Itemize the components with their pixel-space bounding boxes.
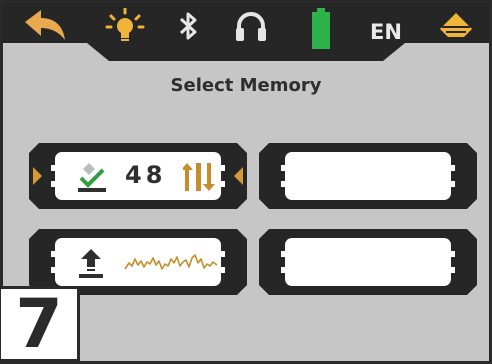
top-bar: EN [3, 3, 489, 61]
headphones-icon[interactable] [229, 9, 273, 43]
light-bulb-icon[interactable] [103, 7, 147, 45]
step-number-badge: 7 [0, 285, 80, 364]
battery-icon [303, 7, 339, 51]
signal-waveform [124, 254, 218, 270]
bluetooth-icon[interactable] [169, 9, 209, 43]
memory-slot-1[interactable]: 48 [29, 143, 247, 209]
page-title: Select Memory [170, 75, 322, 96]
memory-slot-2[interactable] [259, 143, 477, 209]
slot-count: 48 [125, 161, 167, 189]
memory-slot-4[interactable] [259, 229, 477, 295]
download-check-icon [78, 163, 106, 192]
language-label[interactable]: EN [361, 17, 411, 47]
slot-frame [259, 229, 477, 295]
back-arrow-icon[interactable] [17, 9, 73, 43]
upload-icon[interactable] [77, 247, 105, 279]
sort-arrows-icon[interactable] [183, 163, 215, 191]
step-number: 7 [15, 285, 63, 364]
slot-frame [259, 143, 477, 209]
menu-pyramid-icon[interactable] [433, 9, 479, 43]
